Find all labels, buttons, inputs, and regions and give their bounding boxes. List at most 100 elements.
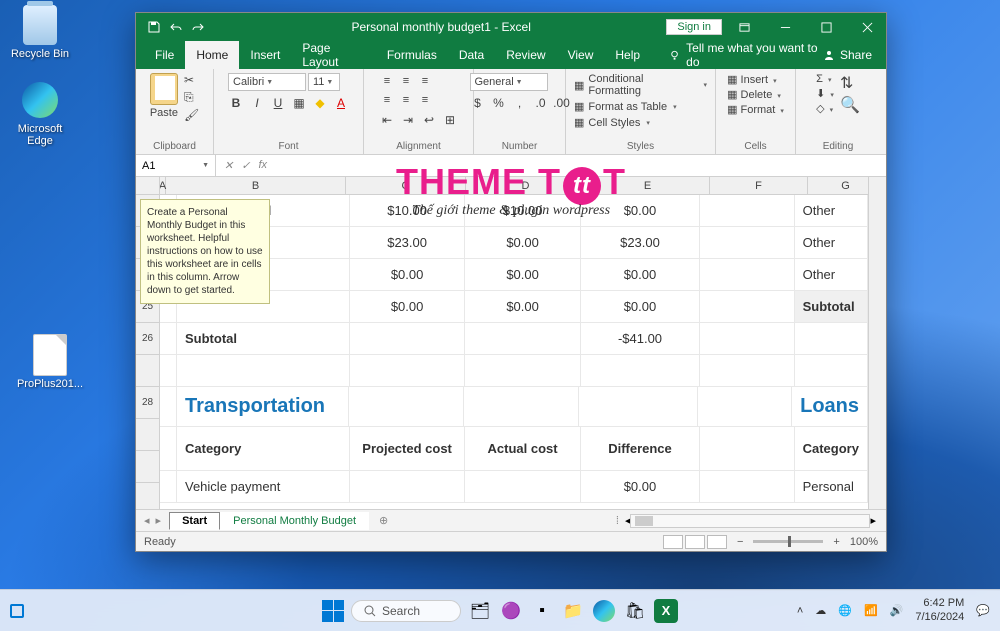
cell[interactable] [465, 471, 580, 503]
cell[interactable] [581, 355, 700, 387]
number-format-combo[interactable]: General▼ [470, 73, 548, 91]
minimize-button[interactable] [766, 13, 804, 41]
underline-button[interactable]: U [270, 95, 286, 111]
cell[interactable]: $0.00 [465, 259, 580, 291]
zoom-in-button[interactable]: + [833, 536, 839, 548]
start-button[interactable] [322, 600, 344, 622]
align-bottom-icon[interactable]: ≡ [417, 73, 433, 89]
cell[interactable] [700, 227, 794, 259]
taskbar-search[interactable]: Search [351, 600, 461, 622]
tab-scroll-left-icon[interactable]: ◂ [144, 514, 150, 527]
format-as-table-button[interactable]: ▦ Format as Table ▾ [574, 100, 707, 113]
tab-data[interactable]: Data [448, 41, 495, 69]
name-box[interactable]: A1▼ [136, 155, 216, 176]
comma-icon[interactable]: , [512, 95, 528, 111]
page-layout-view-button[interactable] [685, 535, 705, 549]
sheet-tab-budget[interactable]: Personal Monthly Budget [220, 512, 369, 530]
font-name-combo[interactable]: Calibri▼ [228, 73, 306, 91]
tell-me-search[interactable]: Tell me what you want to do [669, 41, 823, 69]
cell[interactable] [698, 387, 792, 427]
copy-icon[interactable]: ⎘ [184, 90, 199, 105]
column-header[interactable]: C [346, 177, 466, 195]
tray-language-icon[interactable]: 🌐 [838, 604, 852, 617]
row-header[interactable] [136, 483, 160, 509]
cell[interactable]: Subtotal [795, 291, 868, 323]
insert-cells-button[interactable]: ▦ Insert ▾ [727, 73, 784, 86]
sort-filter-icon[interactable]: ⇅ [840, 73, 860, 93]
cell[interactable] [700, 427, 794, 471]
column-header[interactable]: B [166, 177, 346, 195]
tray-chevron-icon[interactable]: ˄ [797, 605, 803, 617]
font-size-combo[interactable]: 11▼ [308, 73, 340, 91]
merge-icon[interactable]: ⊞ [442, 112, 458, 128]
zoom-slider[interactable] [753, 540, 823, 543]
decrease-indent-icon[interactable]: ⇤ [379, 112, 395, 128]
cell[interactable] [700, 291, 794, 323]
align-center-icon[interactable]: ≡ [398, 92, 414, 108]
column-header[interactable]: E [586, 177, 710, 195]
format-painter-icon[interactable]: 🖌 [184, 108, 199, 122]
percent-icon[interactable]: % [491, 95, 507, 111]
cell[interactable]: $0.00 [350, 259, 465, 291]
fx-icon[interactable]: fx [258, 159, 267, 172]
enter-formula-icon[interactable]: ✓ [241, 159, 250, 172]
cell[interactable]: Loans [792, 387, 868, 427]
increase-indent-icon[interactable]: ⇥ [400, 112, 416, 128]
cell[interactable] [795, 323, 868, 355]
align-top-icon[interactable]: ≡ [379, 73, 395, 89]
cell[interactable]: $23.00 [581, 227, 700, 259]
tab-page-layout[interactable]: Page Layout [291, 41, 375, 69]
normal-view-button[interactable] [663, 535, 683, 549]
cell[interactable]: Transportation [177, 387, 349, 427]
explorer-icon[interactable]: 📁 [561, 599, 585, 623]
cell[interactable]: $0.00 [465, 291, 580, 323]
maximize-button[interactable] [807, 13, 845, 41]
border-button[interactable]: ▦ [291, 95, 307, 111]
cell[interactable]: Other [795, 195, 868, 227]
cell[interactable]: $10.00 [465, 195, 580, 227]
row-header[interactable]: 26 [136, 323, 160, 355]
desktop-icon-edge[interactable]: Microsoft Edge [5, 80, 75, 147]
column-header[interactable]: D [466, 177, 586, 195]
tray-volume-icon[interactable]: 🔊 [890, 604, 904, 617]
cell[interactable]: $0.00 [350, 291, 465, 323]
cell[interactable] [700, 259, 794, 291]
zoom-out-button[interactable]: − [737, 536, 743, 548]
cell[interactable] [700, 471, 794, 503]
close-button[interactable] [848, 13, 886, 41]
redo-icon[interactable] [192, 21, 204, 33]
cell[interactable] [700, 195, 794, 227]
tab-view[interactable]: View [557, 41, 605, 69]
task-view-icon[interactable]: 🗂 [468, 599, 492, 623]
page-break-view-button[interactable] [707, 535, 727, 549]
copilot-icon[interactable]: 🟣 [499, 599, 523, 623]
desktop-icon-file[interactable]: ProPlus201... [15, 335, 85, 390]
fill-color-button[interactable]: ◆ [312, 95, 328, 111]
store-icon[interactable]: 🛍 [623, 599, 647, 623]
undo-icon[interactable] [170, 21, 182, 33]
cell[interactable] [177, 355, 350, 387]
cell[interactable] [350, 471, 465, 503]
column-header[interactable]: F [710, 177, 808, 195]
cell[interactable] [160, 323, 177, 355]
horizontal-scrollbar[interactable] [630, 514, 870, 528]
share-button[interactable]: Share [823, 48, 872, 62]
cell[interactable]: -$41.00 [581, 323, 700, 355]
cell[interactable]: $10.00 [350, 195, 465, 227]
cell[interactable]: Projected cost [350, 427, 465, 471]
vertical-scrollbar[interactable] [868, 177, 886, 509]
italic-button[interactable]: I [249, 95, 265, 111]
tab-help[interactable]: Help [604, 41, 651, 69]
cell[interactable] [349, 387, 464, 427]
cell[interactable]: Vehicle payment [177, 471, 350, 503]
cell[interactable] [350, 355, 465, 387]
paste-button[interactable]: Paste [150, 73, 178, 119]
cell[interactable]: Difference [581, 427, 700, 471]
cut-icon[interactable]: ✂ [184, 73, 199, 87]
align-left-icon[interactable]: ≡ [379, 92, 395, 108]
cell[interactable]: $0.00 [581, 259, 700, 291]
row-header[interactable] [136, 419, 160, 451]
cell[interactable]: $0.00 [465, 227, 580, 259]
row-header[interactable] [136, 451, 160, 483]
cancel-formula-icon[interactable]: ✕ [224, 159, 233, 172]
